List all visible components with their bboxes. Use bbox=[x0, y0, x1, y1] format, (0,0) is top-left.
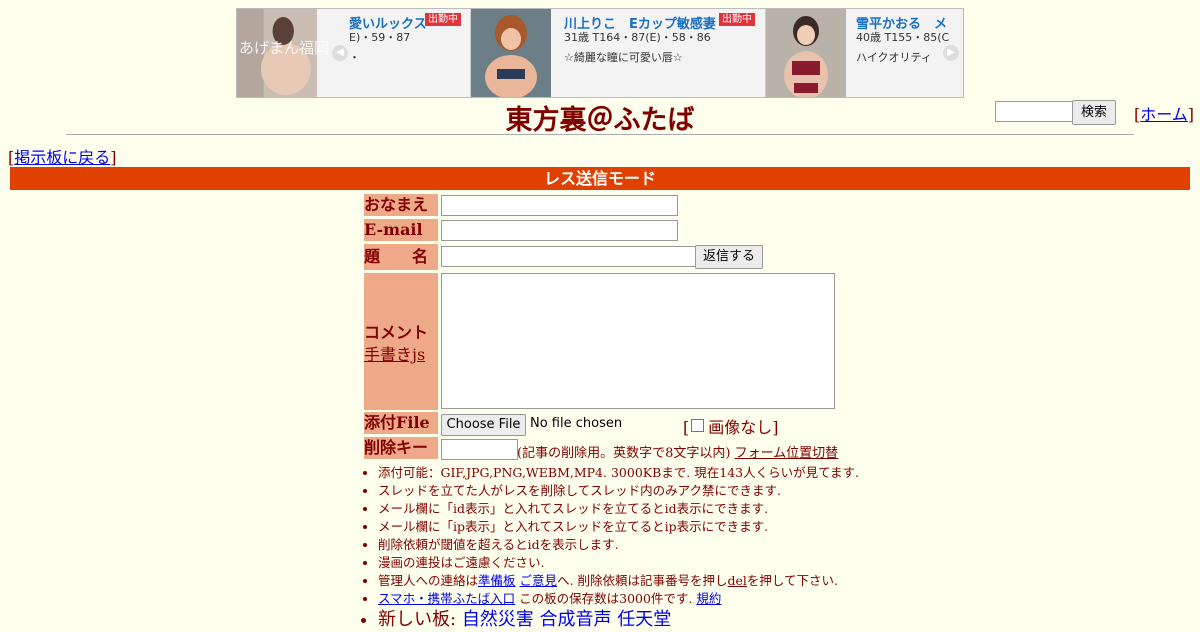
no-image-option: [画像なし] bbox=[683, 418, 779, 437]
new-boards-label: 新しい板: bbox=[378, 609, 457, 630]
list-item: 漫画の連投はご遠慮ください. bbox=[378, 554, 859, 572]
no-image-label: 画像なし bbox=[708, 418, 773, 437]
feedback-link[interactable]: ご意見 bbox=[520, 573, 558, 588]
contact-prefix: 管理人への連絡は bbox=[378, 573, 479, 588]
search-button[interactable]: 検索 bbox=[1072, 100, 1116, 125]
ad-photo bbox=[766, 9, 846, 97]
ad-tagline: ・ bbox=[349, 51, 360, 64]
ad-card[interactable]: あげまん福岡 ◀ 愛いルックス 出勤中 E)・59・87 ・ bbox=[237, 9, 471, 97]
list-item: メール欄に「id表示」と入れてスレッドを立てるとid表示にできます. bbox=[378, 500, 859, 518]
mobile-entry-link[interactable]: スマホ・携帯ふたば入口 bbox=[378, 591, 515, 606]
comment-label-cell: コメント 手書きjs bbox=[364, 273, 438, 410]
email-label: E-mail bbox=[364, 219, 438, 241]
ad-stats: E)・59・87 bbox=[349, 31, 411, 44]
list-item: 削除依頼が閾値を超えるとidを表示します. bbox=[378, 536, 859, 554]
file-label: 添付File bbox=[364, 412, 438, 434]
list-item: スマホ・携帯ふたば入口 この板の保存数は3000件です. 規約 bbox=[378, 590, 859, 608]
search-input[interactable] bbox=[995, 101, 1073, 122]
subject-field[interactable] bbox=[441, 246, 696, 267]
contact-suffix: を押して下さい. bbox=[746, 573, 838, 588]
delkey-note: (記事の削除用。英数字で8文字以内) フォーム位置切替 bbox=[517, 442, 838, 461]
name-label: おなまえ bbox=[364, 194, 438, 216]
contact-mid: へ. 削除依頼は記事番号を押し bbox=[557, 573, 728, 588]
prep-board-link[interactable]: 準備板 bbox=[478, 573, 516, 588]
ad-stats: 31歳 T164・87(E)・58・86 bbox=[564, 31, 711, 44]
email-field[interactable] bbox=[441, 220, 678, 241]
archive-count-text: この板の保存数は3000件です. bbox=[519, 591, 693, 606]
status-badge: 出勤中 bbox=[425, 13, 461, 26]
home-link-wrapper: [ホーム] bbox=[1134, 105, 1195, 124]
back-to-board-link[interactable]: 掲示板に戻る bbox=[14, 148, 110, 167]
list-item: メール欄に「ip表示」と入れてスレッドを立てるとip表示にできます. bbox=[378, 518, 859, 536]
form-position-toggle-link[interactable]: フォーム位置切替 bbox=[735, 446, 839, 461]
subject-label: 題 名 bbox=[364, 244, 438, 270]
comment-textarea[interactable] bbox=[441, 273, 835, 409]
terms-link[interactable]: 規約 bbox=[696, 591, 721, 606]
home-link[interactable]: ホーム bbox=[1140, 105, 1188, 124]
list-item: 管理人への連絡は準備板 ご意見へ. 削除依頼は記事番号を押しdelを押して下さい… bbox=[378, 572, 859, 590]
chevron-right-icon[interactable]: ▶ bbox=[943, 45, 959, 61]
no-file-text: No file chosen bbox=[530, 416, 623, 431]
back-link-wrapper: [掲示板に戻る] bbox=[8, 148, 117, 167]
divider bbox=[66, 134, 1134, 135]
status-badge: 出勤中 bbox=[719, 13, 755, 26]
new-board-link[interactable]: 自然災害 bbox=[462, 609, 534, 630]
new-board-link[interactable]: 合成音声 bbox=[540, 609, 612, 630]
delkey-label: 削除キー bbox=[364, 437, 438, 459]
name-field[interactable] bbox=[441, 195, 678, 216]
ad-card[interactable]: 雪平かおる メ 40歳 T155・85(C ハイクオリティ ▶ bbox=[766, 9, 963, 97]
handwrite-link[interactable]: 手書きjs bbox=[364, 341, 425, 365]
list-item: 新しい板: 自然災害 合成音声 任天堂 bbox=[378, 608, 859, 632]
new-board-link[interactable]: 任天堂 bbox=[617, 609, 671, 630]
submit-reply-button[interactable]: 返信する bbox=[695, 245, 763, 269]
ad-card[interactable]: 川上りこ Eカップ敏感妻 出勤中 31歳 T164・87(E)・58・86 ☆綺… bbox=[471, 9, 766, 97]
rules-list: 添付可能：GIF,JPG,PNG,WEBM,MP4. 3000KBまで. 現在1… bbox=[360, 464, 859, 632]
ad-banner[interactable]: あげまん福岡 ◀ 愛いルックス 出勤中 E)・59・87 ・ 川上りこ Eカップ… bbox=[236, 8, 964, 98]
delkey-note-text: (記事の削除用。英数字で8文字以内) bbox=[517, 446, 731, 461]
list-item: スレッドを立てた人がレスを削除してスレッド内のみアク禁にできます. bbox=[378, 482, 859, 500]
ad-logo-text: あげまん福岡 bbox=[239, 39, 330, 57]
ad-tagline: ハイクオリティ bbox=[856, 51, 932, 64]
ad-photo bbox=[471, 9, 551, 97]
del-link[interactable]: del bbox=[727, 573, 746, 588]
reply-mode-bar: レス送信モード bbox=[10, 167, 1190, 190]
choose-file-button[interactable]: Choose File bbox=[441, 414, 526, 436]
ad-stats: 40歳 T155・85(C bbox=[856, 31, 950, 44]
ad-tagline: ☆綺麗な瞳に可愛い唇☆ bbox=[564, 51, 683, 64]
no-image-checkbox[interactable] bbox=[691, 419, 705, 432]
delkey-field[interactable] bbox=[441, 439, 518, 460]
comment-label: コメント bbox=[364, 323, 429, 342]
list-item: 添付可能：GIF,JPG,PNG,WEBM,MP4. 3000KBまで. 現在1… bbox=[378, 464, 859, 482]
chevron-left-icon[interactable]: ◀ bbox=[332, 45, 348, 61]
